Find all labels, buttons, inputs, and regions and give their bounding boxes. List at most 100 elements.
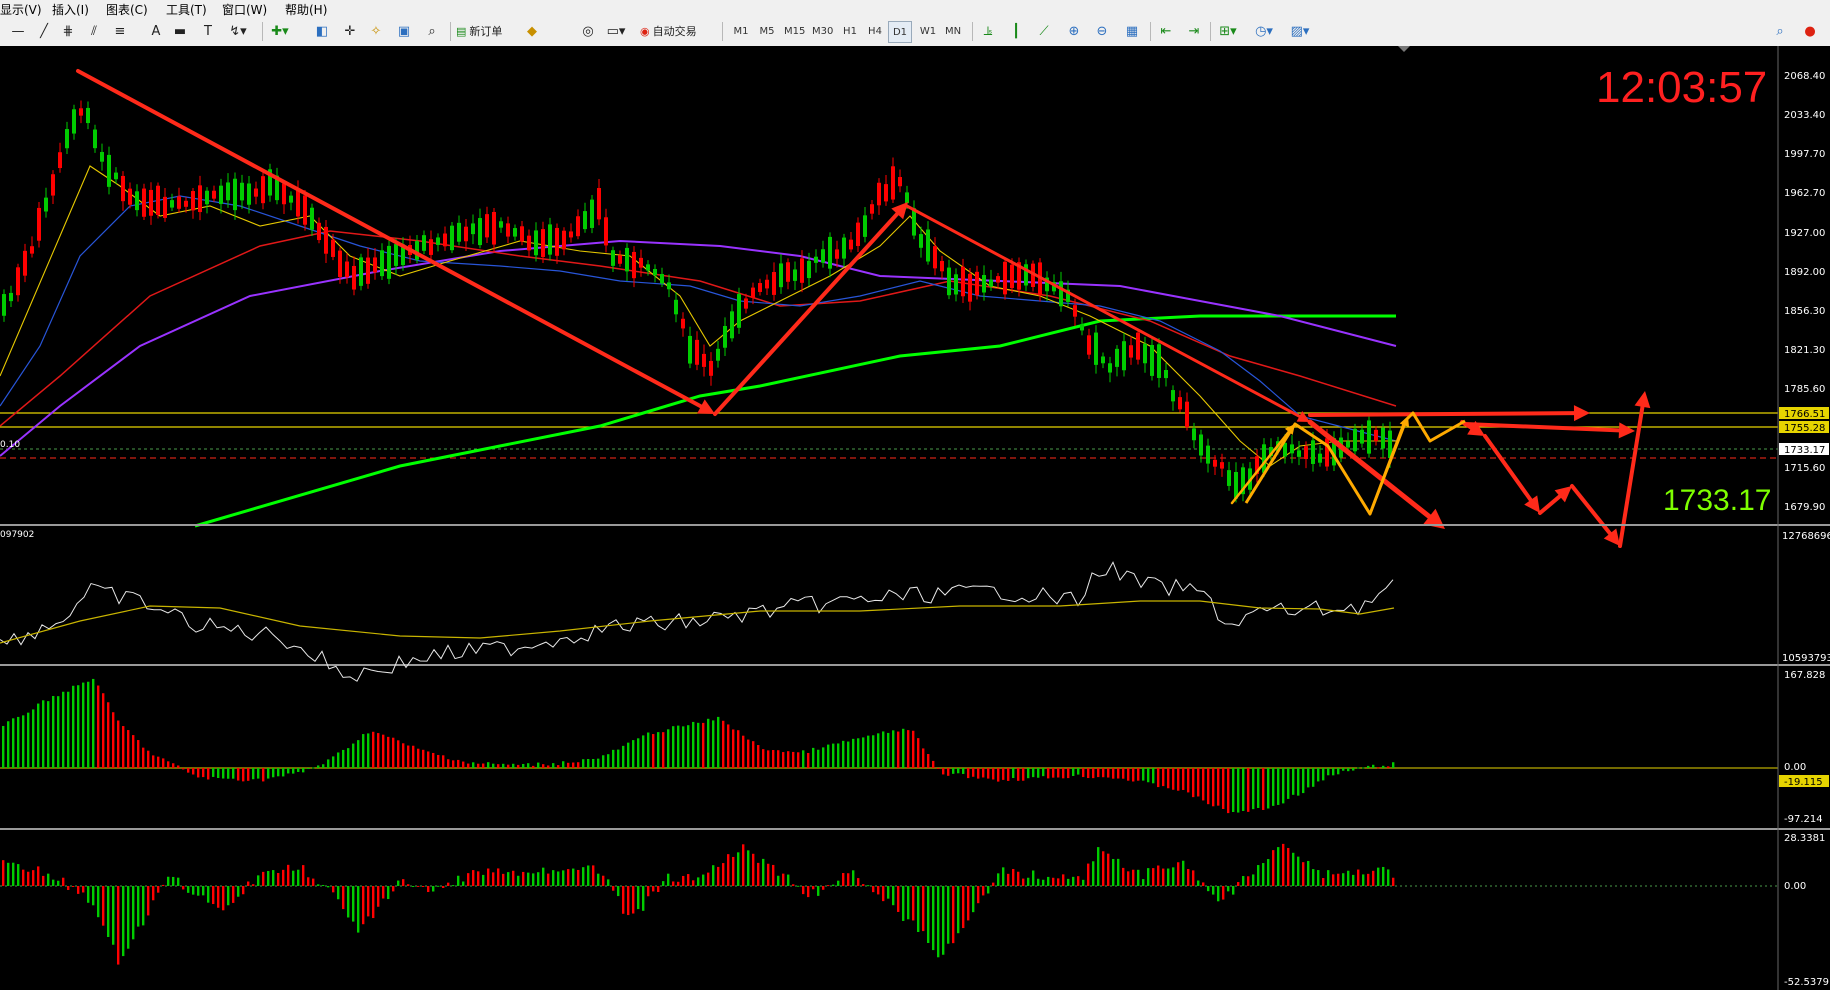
price-chart[interactable]: 2068.40 2033.40 1997.70 1962.70 1927.00 … [0, 46, 1830, 990]
osc-bar [12, 862, 15, 886]
macd-bar [172, 763, 175, 768]
macd-bar [1112, 768, 1115, 779]
zoom-out-icon[interactable]: ⊖ [1092, 21, 1112, 41]
text-box-icon[interactable]: T [198, 21, 218, 41]
candle-body [716, 348, 720, 361]
osc-bar [487, 868, 490, 886]
tile-icon[interactable]: ▦ [1122, 21, 1142, 41]
candle-body [751, 287, 755, 298]
price-tick: 1785.60 [1784, 384, 1825, 395]
timeframe-m30-button[interactable]: M30 [810, 21, 835, 41]
menu-charts[interactable]: 图表(C) [106, 1, 148, 18]
auto-trading-button[interactable]: ◉ 自动交易 [640, 21, 714, 41]
candle-body [331, 239, 335, 257]
bar-chart-icon[interactable]: ⫡ [978, 21, 998, 41]
search-icon[interactable]: ⌕ [1770, 21, 1790, 41]
menu-view[interactable]: 显示(V) [0, 1, 42, 18]
candle-body [800, 258, 804, 283]
candle-body [338, 250, 342, 278]
candle-body [814, 256, 818, 263]
menu-help[interactable]: 帮助(H) [285, 1, 327, 18]
label-icon[interactable]: ▬ [170, 21, 190, 41]
arrows-icon[interactable]: ↯▾ [228, 21, 248, 41]
candle-chart-icon[interactable]: ┃ [1006, 21, 1026, 41]
macd-bar [67, 691, 70, 768]
osc-bar [1162, 868, 1165, 886]
channel-icon[interactable]: ⫽ [84, 21, 104, 41]
osc-bar [67, 886, 70, 890]
osc-bar [287, 864, 290, 886]
candle-body [9, 292, 13, 302]
gold-icon[interactable]: ◆ [522, 21, 542, 41]
menu-window[interactable]: 窗口(W) [222, 1, 267, 18]
osc-bar [927, 886, 930, 944]
macd-bar [622, 745, 625, 768]
data-window-icon[interactable]: ▣ [394, 21, 414, 41]
price-tick: 1997.70 [1784, 149, 1825, 160]
toolbar-separator [1150, 22, 1151, 41]
osc-bar [752, 853, 755, 886]
timeframe-m1-button[interactable]: M1 [730, 21, 752, 41]
fibonacci-icon[interactable]: ≡ [110, 21, 130, 41]
market-watch-icon[interactable]: ✧ [366, 21, 386, 41]
macd-bar [867, 735, 870, 768]
macd-bar [892, 730, 895, 768]
timeframe-h1-button[interactable]: H1 [839, 21, 861, 41]
strategy-tester-icon[interactable]: ▭▾ [606, 21, 626, 41]
macd-bar [462, 761, 465, 768]
osc-bar [602, 875, 605, 886]
menu-insert[interactable]: 插入(I) [52, 1, 89, 18]
candle-body [625, 247, 629, 272]
crosshair-icon[interactable]: ✛ [340, 21, 360, 41]
osc-bar [472, 870, 475, 886]
osc-bar [897, 886, 900, 912]
metaeditor-icon[interactable]: ◎ [578, 21, 598, 41]
zoom-in-icon[interactable]: ⊕ [1064, 21, 1084, 41]
osc-bar [432, 886, 435, 892]
timeframe-d1-button[interactable]: D1 [888, 21, 912, 43]
indicators-icon[interactable]: ⊞▾ [1218, 21, 1238, 41]
profiles-icon[interactable]: ◧ [312, 21, 332, 41]
macd-bar [1132, 768, 1135, 782]
templates-icon[interactable]: ▨▾ [1290, 21, 1310, 41]
osc-bar [117, 886, 120, 965]
navigator-icon[interactable]: ⌕ [422, 21, 442, 41]
candle-body [597, 188, 601, 220]
osc-bar [1302, 862, 1305, 886]
osc-bar [1102, 851, 1105, 886]
osc-bar [707, 872, 710, 886]
alert-icon[interactable]: ● [1800, 21, 1820, 41]
osc-bar [417, 885, 420, 887]
candle-body [1073, 305, 1077, 317]
periods-icon[interactable]: ◷▾ [1254, 21, 1274, 41]
minus-icon[interactable]: — [8, 21, 28, 41]
toolbar: — ╱ ⋕ ⫽ ≡ A ▬ T ↯▾ ✚▾ ◧ ✛ ✧ ▣ ⌕ ▤ 新订单 ◆ ◎… [0, 17, 1830, 47]
line-chart-icon[interactable]: ⟋ [1034, 21, 1054, 41]
osc-bar [832, 884, 835, 886]
autoscroll-icon[interactable]: ⇥ [1184, 21, 1204, 41]
new-chart-icon[interactable]: ✚▾ [270, 21, 290, 41]
macd-bar [812, 747, 815, 768]
osc-bar [1077, 876, 1080, 886]
macd-bar [402, 743, 405, 768]
text-icon[interactable]: A [146, 21, 166, 41]
scroll-icon[interactable]: ⇤ [1156, 21, 1176, 41]
macd-bar [1082, 768, 1085, 778]
timeframe-m15-button[interactable]: M15 [782, 21, 807, 41]
macd-bar [817, 749, 820, 768]
candle-body [415, 241, 419, 260]
line-icon[interactable]: ╱ [34, 21, 54, 41]
hashtag-icon[interactable]: ⋕ [58, 21, 78, 41]
timeframe-w1-button[interactable]: W1 [917, 21, 939, 41]
macd-bar [122, 726, 125, 768]
timeframe-h4-button[interactable]: H4 [864, 21, 886, 41]
osc-bar [912, 886, 915, 921]
macd-bar [562, 761, 565, 768]
osc-bar [1312, 869, 1315, 886]
macd-bar [602, 755, 605, 768]
new-order-button[interactable]: ▤ 新订单 [456, 21, 518, 41]
timeframe-mn-button[interactable]: MN [942, 21, 964, 41]
macd-bar [57, 696, 60, 768]
menu-tools[interactable]: 工具(T) [166, 1, 207, 18]
timeframe-m5-button[interactable]: M5 [756, 21, 778, 41]
